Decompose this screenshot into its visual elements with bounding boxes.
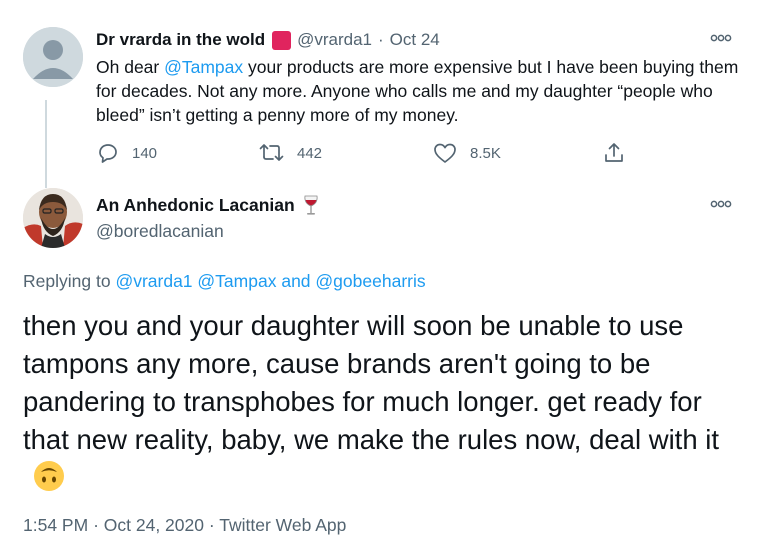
meta-separator-1: · <box>93 515 99 535</box>
retweet-action[interactable]: 442 <box>259 139 322 167</box>
tweet-date[interactable]: Oct 24, 2020 <box>104 515 204 535</box>
share-icon <box>605 143 623 162</box>
replying-mention-1[interactable]: @vrarda1 <box>115 271 192 291</box>
reply-count: 140 <box>132 144 158 162</box>
replying-to-prefix: Replying to <box>23 271 111 291</box>
upside-down-face-icon <box>34 461 64 491</box>
more-horizontal-icon[interactable] <box>710 199 732 209</box>
reply-display-name-row: An Anhedonic Lacanian <box>96 194 319 216</box>
wine-glass-icon <box>304 195 318 215</box>
tweet-metadata: 1:54 PM · Oct 24, 2020 · Twitter Web App <box>23 515 346 536</box>
default-avatar-icon <box>23 27 83 87</box>
replying-mention-3[interactable]: @gobeeharris <box>315 271 425 291</box>
retweet-count: 442 <box>297 144 323 162</box>
reply-display-name[interactable]: An Anhedonic Lacanian <box>96 195 295 216</box>
mention-link[interactable]: @Tampax <box>164 57 243 77</box>
parent-text-part1: Oh dear <box>96 57 165 77</box>
profile-photo-icon <box>23 188 83 248</box>
reply-action[interactable]: 140 <box>96 139 157 167</box>
like-count: 8.5K <box>470 144 501 162</box>
parent-handle[interactable]: @vrarda1 <box>297 30 372 50</box>
share-action[interactable] <box>602 139 638 167</box>
avatar-parent-default[interactable] <box>23 27 83 87</box>
reply-text-body: then you and your daughter will soon be … <box>23 310 719 455</box>
heart-icon <box>434 143 456 163</box>
header-separator: · <box>378 30 384 49</box>
like-action[interactable]: 8.5K <box>432 139 501 167</box>
replying-mention-2[interactable]: @Tampax <box>197 271 276 291</box>
parent-tweet-actions: 140 442 8.5K <box>96 139 656 167</box>
replying-and[interactable]: and <box>281 271 310 291</box>
replying-to-line: Replying to @vrarda1 @Tampax and @gobeeh… <box>23 271 426 292</box>
parent-tweet-text: Oh dear @Tampax your products are more e… <box>96 55 741 127</box>
reply-icon <box>99 144 117 163</box>
more-horizontal-icon[interactable] <box>710 33 732 43</box>
thread-connector-line <box>45 100 47 188</box>
red-square-emoji <box>272 30 292 50</box>
parent-display-name[interactable]: Dr vrarda in the wold <box>96 30 265 50</box>
reply-tweet-text: then you and your daughter will soon be … <box>23 307 743 497</box>
retweet-icon <box>259 144 284 161</box>
avatar-reply-user[interactable] <box>23 188 83 248</box>
parent-date[interactable]: Oct 24 <box>390 30 440 50</box>
tweet-time[interactable]: 1:54 PM <box>23 515 88 535</box>
tweet-source[interactable]: Twitter Web App <box>219 515 346 535</box>
reply-handle[interactable]: @boredlacanian <box>96 221 224 242</box>
meta-separator-2: · <box>208 515 215 535</box>
parent-tweet-header: Dr vrarda in the wold @vrarda1 · Oct 24 <box>96 28 440 52</box>
